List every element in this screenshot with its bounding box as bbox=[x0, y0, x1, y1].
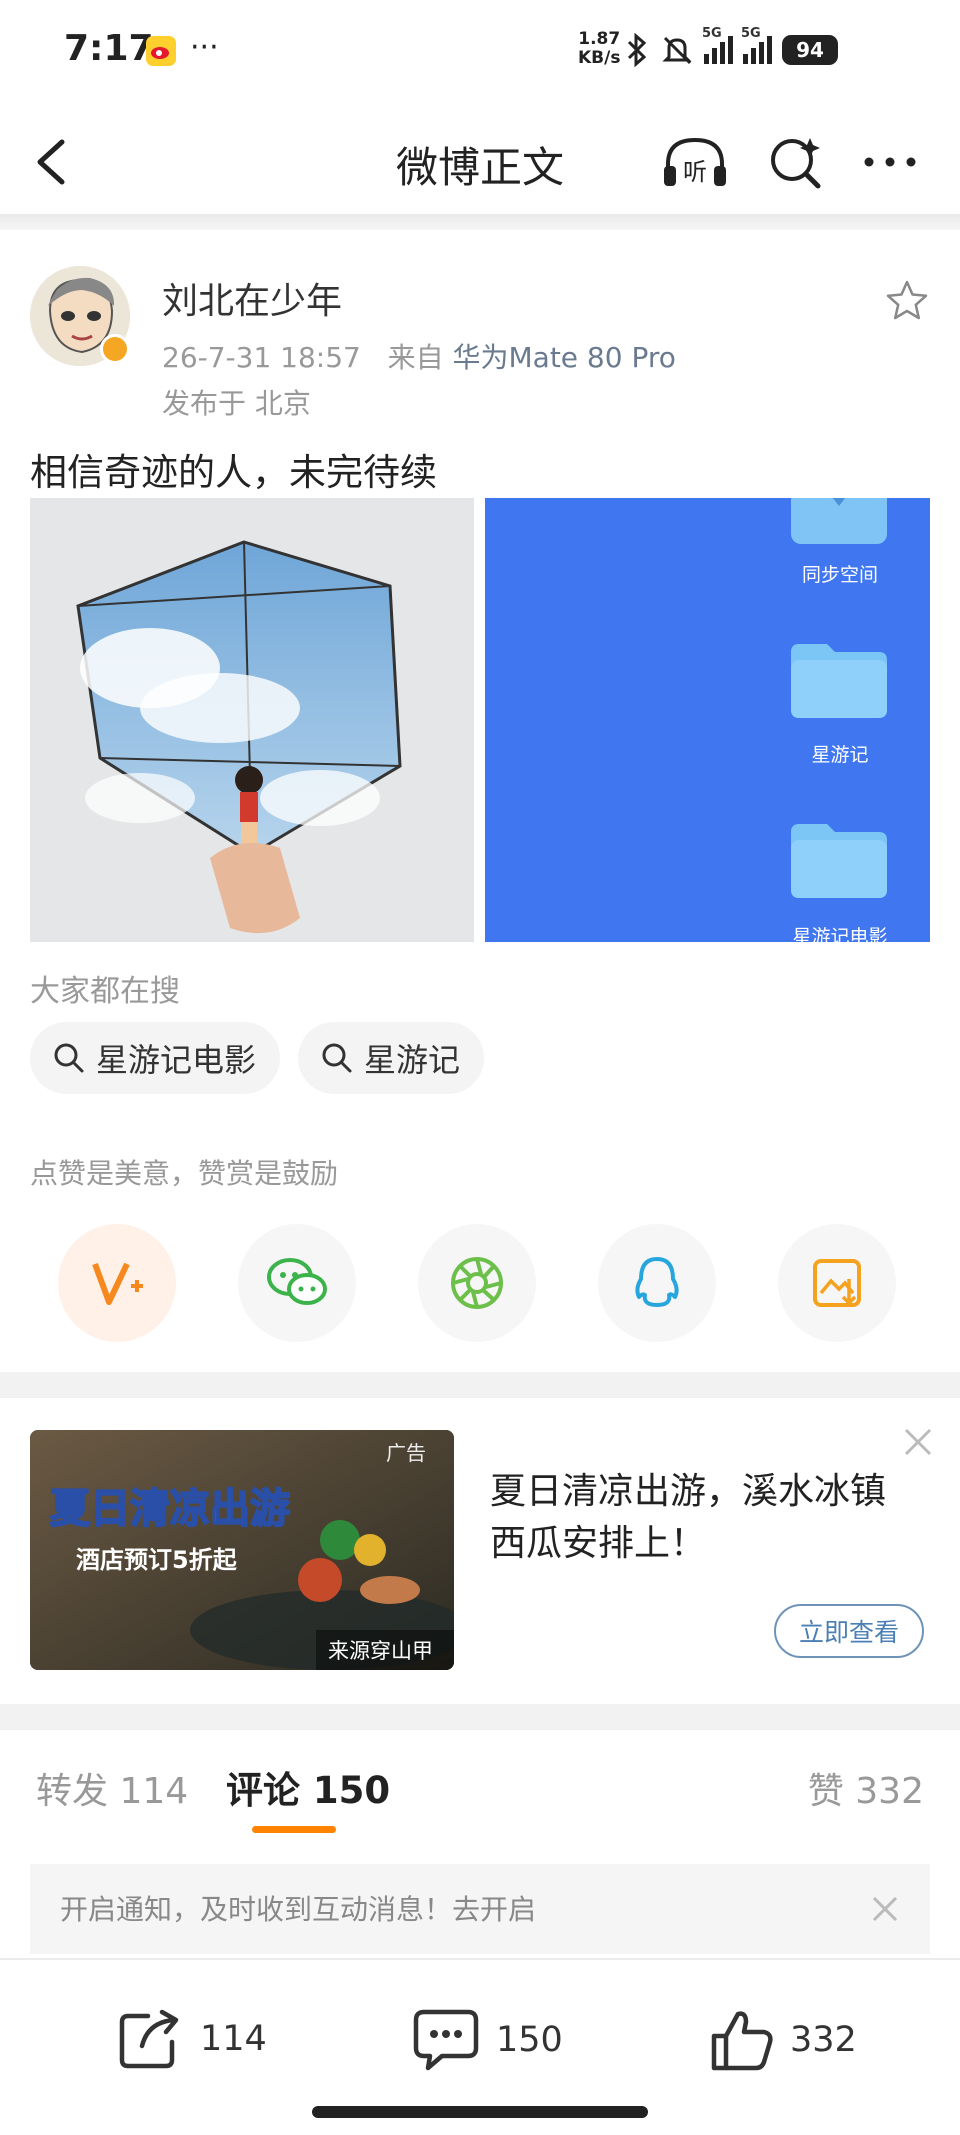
ad-text[interactable]: 夏日清凉出游，溪水冰镇西瓜安排上！ bbox=[490, 1466, 920, 1570]
search-chip[interactable]: 星游记 bbox=[298, 1022, 485, 1094]
post-date: 26-7-31 18:57 bbox=[162, 341, 361, 374]
username[interactable]: 刘北在少年 bbox=[162, 272, 342, 324]
signal-2-icon: 5G bbox=[741, 26, 772, 64]
close-icon bbox=[904, 1428, 932, 1456]
folder-icon bbox=[791, 822, 887, 898]
v-plus-icon bbox=[92, 1262, 143, 1305]
sim2-label: 5G bbox=[741, 26, 761, 41]
notification-text[interactable]: 开启通知，及时收到互动消息！去开启 bbox=[60, 1888, 536, 1928]
status-more-icon: ··· bbox=[190, 30, 219, 65]
post-text: 相信奇迹的人，未完待续 bbox=[30, 451, 437, 494]
status-icons: 5G 5G 94 bbox=[624, 26, 838, 70]
reward-hint: 点赞是美意，赞赏是鼓励 bbox=[30, 1157, 339, 1190]
star-icon bbox=[886, 280, 928, 320]
repost-icon bbox=[119, 2009, 179, 2069]
search-button[interactable] bbox=[766, 132, 826, 192]
share-qq-button[interactable] bbox=[598, 1224, 716, 1342]
mute-bell-icon bbox=[662, 36, 692, 65]
post-location: 发布于 北京 bbox=[162, 387, 311, 420]
ad-image-subtitle: 酒店预订5折起 bbox=[76, 1546, 238, 1574]
status-time: 7:17 bbox=[64, 28, 154, 69]
search-icon bbox=[54, 1043, 84, 1073]
search-chip[interactable]: 星游记电影 bbox=[30, 1022, 281, 1094]
wechat-icon bbox=[267, 1258, 327, 1305]
source-prefix: 来自 bbox=[387, 341, 444, 374]
section-divider bbox=[0, 1704, 960, 1730]
folder-label: 星游记电影 bbox=[792, 926, 888, 942]
tab-repost[interactable]: 转发 114 bbox=[36, 1762, 188, 1814]
save-image-icon bbox=[813, 1259, 861, 1307]
search-icon bbox=[322, 1043, 352, 1073]
post-image-kite[interactable] bbox=[30, 498, 474, 942]
ad-image[interactable]: 夏日清凉出游 酒店预订5折起 广告 来源穿山甲 bbox=[30, 1430, 454, 1670]
repost-button[interactable]: 114 bbox=[118, 2008, 267, 2070]
network-speed-value: 1.87 bbox=[578, 29, 621, 49]
active-tab-indicator bbox=[252, 1826, 336, 1833]
notification-close-button[interactable] bbox=[868, 1892, 902, 1926]
share-wechat-button[interactable] bbox=[238, 1224, 356, 1342]
share-moments-button[interactable] bbox=[418, 1224, 536, 1342]
tab-comment[interactable]: 评论 150 bbox=[226, 1760, 390, 1814]
moments-icon bbox=[451, 1257, 503, 1309]
repost-count: 114 bbox=[200, 2019, 267, 2059]
ad-view-button[interactable]: 立即查看 bbox=[774, 1604, 924, 1658]
folder-sync-icon bbox=[791, 498, 887, 544]
post-meta: 26-7-31 18:57 来自 华为Mate 80 Pro bbox=[162, 336, 676, 376]
more-dots-icon bbox=[864, 157, 916, 167]
bluetooth-icon bbox=[627, 33, 647, 67]
comment-icon bbox=[413, 2009, 479, 2071]
tab-like[interactable]: 赞 332 bbox=[808, 1762, 924, 1814]
like-count: 332 bbox=[790, 2020, 857, 2060]
verified-badge-icon bbox=[100, 334, 130, 364]
qq-icon bbox=[635, 1257, 679, 1307]
battery-icon: 94 bbox=[782, 35, 838, 65]
search-chip-label: 星游记电影 bbox=[96, 1041, 257, 1079]
nav-bar: 微博正文 听 bbox=[0, 110, 960, 214]
network-speed-unit: KB/s bbox=[578, 48, 621, 68]
home-indicator[interactable] bbox=[312, 2106, 648, 2118]
like-button[interactable]: 332 bbox=[710, 2008, 857, 2072]
weibo-notification-icon bbox=[146, 36, 176, 66]
search-sparkle-icon bbox=[771, 138, 821, 189]
signal-1-icon: 5G bbox=[702, 26, 733, 64]
listen-button[interactable]: 听 bbox=[660, 132, 730, 192]
folder-label: 星游记 bbox=[811, 744, 869, 766]
thumbs-up-icon bbox=[711, 2011, 773, 2071]
ad-source: 来源穿山甲 bbox=[328, 1639, 433, 1663]
notification-banner[interactable]: 开启通知，及时收到互动消息！去开启 bbox=[30, 1864, 930, 1954]
save-image-button[interactable] bbox=[778, 1224, 896, 1342]
search-chip-label: 星游记 bbox=[364, 1041, 461, 1079]
trending-search-hint: 大家都在搜 bbox=[30, 974, 180, 1009]
status-bar: 7:17 ··· 1.87 KB/s 5G 5G 94 bbox=[0, 0, 960, 110]
folder-icon bbox=[791, 642, 887, 718]
comment-count: 150 bbox=[496, 2020, 563, 2060]
sim1-label: 5G bbox=[702, 26, 722, 41]
ad-badge: 广告 bbox=[386, 1441, 426, 1465]
section-divider bbox=[0, 1372, 960, 1398]
listen-label: 听 bbox=[683, 158, 707, 186]
folder-label: 同步空间 bbox=[801, 564, 878, 586]
more-button[interactable] bbox=[860, 132, 920, 192]
ad-image-title: 夏日清凉出游 bbox=[50, 1486, 290, 1532]
favorite-button[interactable] bbox=[884, 278, 930, 324]
nav-divider bbox=[0, 214, 960, 230]
source-device[interactable]: 华为Mate 80 Pro bbox=[453, 341, 676, 374]
post-image-desktop[interactable]: 同步空间 星游记 星游记电影 bbox=[485, 498, 930, 942]
comment-button[interactable]: 150 bbox=[412, 2008, 563, 2072]
headphones-icon: 听 bbox=[664, 137, 726, 186]
network-speed: 1.87 KB/s bbox=[578, 30, 620, 68]
reward-button[interactable] bbox=[58, 1224, 176, 1342]
close-icon bbox=[872, 1896, 898, 1922]
ad-close-button[interactable] bbox=[900, 1424, 936, 1460]
